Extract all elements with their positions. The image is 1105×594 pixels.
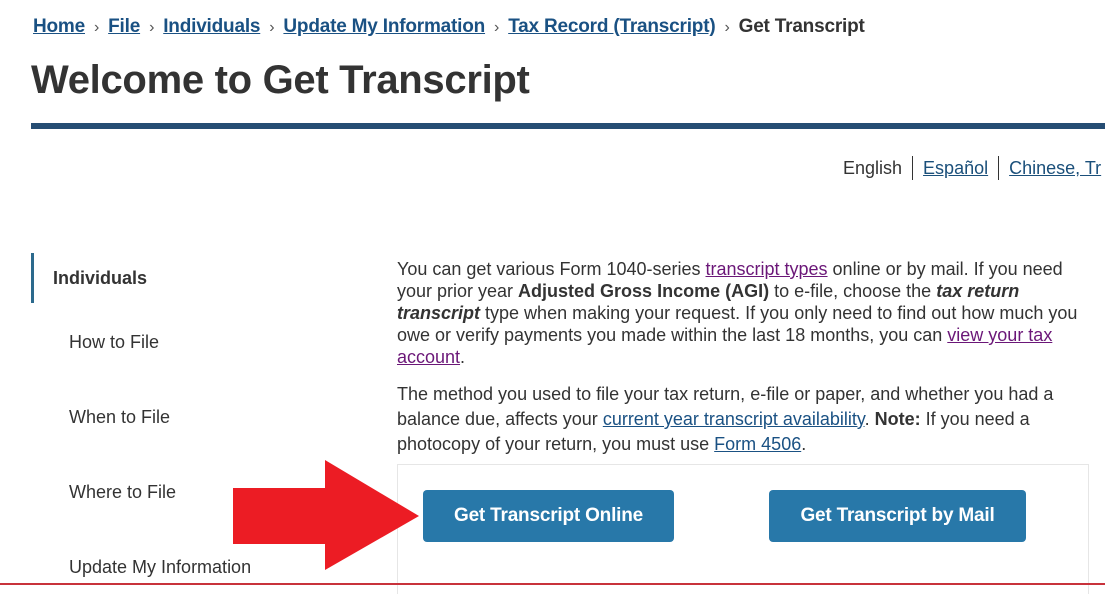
text: . <box>864 409 875 429</box>
breadcrumb: Home › File › Individuals › Update My Informat… <box>33 16 865 38</box>
sidenav-item-where-to-file[interactable]: Where to File <box>69 482 176 503</box>
text: . <box>801 434 807 454</box>
text: to e-file, choose the <box>769 281 937 301</box>
sidenav-item-when-to-file[interactable]: When to File <box>69 407 170 428</box>
sidenav-item-how-to-file[interactable]: How to File <box>69 332 159 353</box>
language-espanol[interactable]: Español <box>923 158 988 178</box>
text: . <box>460 347 466 367</box>
transcript-types-link[interactable]: transcript types <box>706 259 828 279</box>
note-label: Note: <box>874 409 921 429</box>
breadcrumb-individuals[interactable]: Individuals <box>163 16 260 37</box>
chevron-right-icon: › <box>94 19 100 36</box>
language-selector: English Español Chinese, Tr <box>843 156 1105 180</box>
get-transcript-online-button[interactable]: Get Transcript Online <box>423 490 674 542</box>
form-4506-link[interactable]: Form 4506 <box>714 434 801 454</box>
arrow-shape <box>233 460 419 570</box>
transcript-availability-link[interactable]: current year transcript availability <box>603 409 865 429</box>
language-english: English <box>843 158 903 178</box>
chevron-right-icon: › <box>724 19 730 36</box>
breadcrumb-tax-record[interactable]: Tax Record (Transcript) <box>508 16 715 37</box>
breadcrumb-current: Get Transcript <box>738 16 865 37</box>
red-arrow-right-icon <box>233 460 419 570</box>
intro-paragraph: You can get various Form 1040-series tra… <box>397 258 1097 368</box>
breadcrumb-file[interactable]: File <box>108 16 140 37</box>
method-paragraph: The method you used to file your tax ret… <box>397 382 1097 457</box>
main-content: You can get various Form 1040-series tra… <box>397 258 1097 454</box>
chevron-right-icon: › <box>269 19 275 36</box>
get-transcript-by-mail-button[interactable]: Get Transcript by Mail <box>769 490 1026 542</box>
side-navigation: Individuals How to File When to File Whe… <box>31 253 361 577</box>
language-chinese-traditional[interactable]: Chinese, Tr <box>1009 158 1101 178</box>
sidenav-item-individuals[interactable]: Individuals <box>31 253 361 303</box>
breadcrumb-update-my-information[interactable]: Update My Information <box>283 16 485 37</box>
breadcrumb-home[interactable]: Home <box>33 16 85 37</box>
page-title: Welcome to Get Transcript <box>31 58 530 102</box>
text: You can get various Form 1040-series <box>397 259 706 279</box>
agi-emphasis: Adjusted Gross Income (AGI) <box>518 281 770 301</box>
chevron-right-icon: › <box>149 19 155 36</box>
title-divider <box>31 123 1105 129</box>
sidenav-item-update-my-information[interactable]: Update My Information <box>69 557 251 578</box>
chevron-right-icon: › <box>494 19 500 36</box>
